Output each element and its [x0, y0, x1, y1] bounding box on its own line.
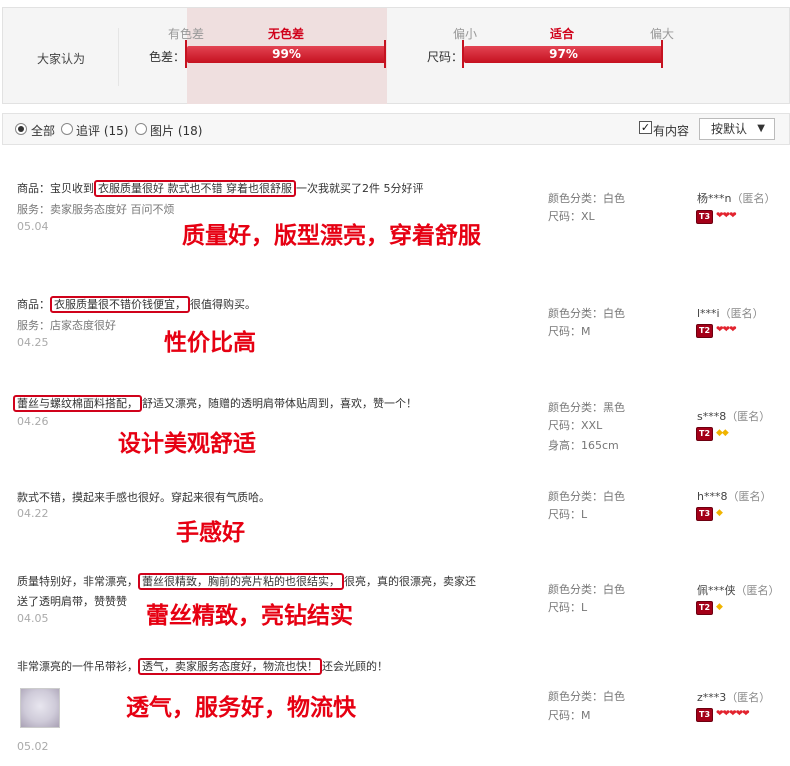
annotation-text: 设计美观舒适 [118, 431, 256, 457]
spec-size: 尺码：XXL [548, 419, 603, 432]
spec-color: 颜色分类：白色 [548, 192, 625, 205]
heart-icon: ❤❤❤ [716, 211, 737, 221]
review-date: 05.02 [17, 740, 49, 753]
review-content: 商品：宝贝收到 衣服质量很好 款式也不错 穿着也很舒服 一次我就买了2件 5分好评 [17, 180, 424, 197]
spec-size: 尺码：M [548, 709, 591, 722]
highlight-box: 蕾丝很精致，胸前的亮片粘的也很结实， [138, 573, 344, 590]
review-date: 04.26 [17, 415, 49, 428]
size-bar: 97% [464, 46, 663, 63]
review-content-line2: 送了透明肩带，赞赞赞 [17, 595, 127, 608]
sort-label: 按默认 [711, 122, 748, 136]
color-metric-name: 色差： [149, 50, 186, 64]
highlight-box: 透气，卖家服务态度好，物流也快！ [138, 658, 322, 675]
color-bar-cap-right [384, 40, 387, 68]
review-content: 非常漂亮的一件吊带衫， 透气，卖家服务态度好，物流也快！ 还会光顾的！ [17, 658, 388, 675]
heart-icon: ❤❤❤ [716, 325, 737, 335]
spec-color: 颜色分类：白色 [548, 490, 625, 503]
user-level-badge: T2 [696, 601, 713, 615]
diamond-icon: ◆ [716, 602, 723, 612]
highlight-box: 衣服质量很好 款式也不错 穿着也很舒服 [94, 180, 296, 197]
spec-color: 颜色分类：白色 [548, 690, 625, 703]
filter-all-label[interactable]: 全部 [31, 122, 55, 139]
reviewer-name[interactable]: z***3（匿名） [697, 689, 770, 705]
reviewer-name[interactable]: s***8（匿名） [697, 408, 770, 424]
reviewer-name[interactable]: 杨***n（匿名） [697, 190, 775, 206]
filter-pictures-label[interactable]: 图片 (18) [150, 122, 202, 139]
size-tick-mid: 适合 [550, 27, 575, 41]
review-photo-thumbnail[interactable] [20, 688, 60, 728]
annotation-text: 蕾丝精致，亮钻结实 [146, 603, 353, 629]
user-level-badge: T2 [696, 427, 713, 441]
spec-size: 尺码：L [548, 601, 588, 614]
user-level-badge: T3 [696, 708, 713, 722]
diamond-icon: ◆ [716, 508, 723, 518]
spec-size: 尺码：L [548, 508, 588, 521]
radio-pictures[interactable] [135, 123, 147, 135]
user-level-badge: T3 [696, 210, 713, 224]
reviewer-name[interactable]: l***i（匿名） [697, 305, 764, 321]
heart-icon: ❤❤❤❤❤ [716, 709, 750, 719]
filter-followup-label[interactable]: 追评 (15) [76, 122, 128, 139]
diamond-icon: ◆◆ [716, 428, 729, 438]
review-content: 商品： 衣服质量很不错价钱便宜， 很值得购买。 [17, 296, 256, 313]
color-bar: 99% [187, 46, 386, 63]
highlight-box: 衣服质量很不错价钱便宜， [50, 296, 190, 313]
radio-all[interactable] [15, 123, 27, 135]
review-service: 服务：店家态度很好 [17, 319, 116, 332]
annotation-text: 手感好 [176, 520, 245, 546]
color-tick-mid: 无色差 [268, 27, 305, 41]
radio-followup[interactable] [61, 123, 73, 135]
review-content: 款式不错，摸起来手感也很好。穿起来很有气质哈。 [17, 491, 270, 504]
reviewer-name[interactable]: h***8（匿名） [697, 488, 771, 504]
size-bar-cap-right [661, 40, 664, 68]
review-content: 质量特别好，非常漂亮， 蕾丝很精致，胸前的亮片粘的也很结实， 很亮，真的很漂亮，卖家… [17, 573, 476, 590]
spec-color: 颜色分类：白色 [548, 583, 625, 596]
user-level-badge: T2 [696, 324, 713, 338]
spec-color: 颜色分类：白色 [548, 307, 625, 320]
divider [118, 28, 119, 86]
review-content: 蕾丝与螺纹棉面料搭配， 舒适又漂亮，随赠的透明肩带体贴周到，喜欢，赞一个！ [13, 395, 417, 412]
spec-color: 颜色分类：黑色 [548, 401, 625, 414]
annotation-text: 质量好，版型漂亮，穿着舒服 [182, 223, 481, 249]
spec-size: 尺码：M [548, 325, 591, 338]
spec-size: 尺码：XL [548, 210, 595, 223]
has-content-checkbox[interactable]: ✓ [639, 121, 652, 134]
user-level-badge: T3 [696, 507, 713, 521]
review-date: 04.25 [17, 336, 49, 349]
reviewer-name[interactable]: 佩***侠（匿名） [697, 582, 780, 598]
review-date: 04.05 [17, 612, 49, 625]
spec-height: 身高：165cm [548, 439, 619, 452]
has-content-label[interactable]: 有内容 [653, 122, 689, 139]
highlight-box: 蕾丝与螺纹棉面料搭配， [13, 395, 142, 412]
rating-summary: 大家认为 有色差 无色差 色差： 99% 偏小 适合 偏大 尺码： 97% [2, 7, 790, 104]
summary-title: 大家认为 [37, 52, 86, 66]
annotation-text: 性价比高 [164, 330, 256, 356]
annotation-text: 透气，服务好，物流快 [126, 695, 356, 721]
size-metric-name: 尺码： [427, 50, 464, 64]
review-service: 服务：卖家服务态度好 百问不烦 [17, 203, 175, 216]
chevron-down-icon: ▼ [757, 123, 765, 134]
sort-dropdown[interactable]: 按默认 ▼ [699, 118, 775, 140]
size-tick-left: 偏小 [453, 27, 478, 41]
review-date: 04.22 [17, 507, 49, 520]
review-date: 05.04 [17, 220, 49, 233]
filter-bar: 全部 追评 (15) 图片 (18) ✓ 有内容 按默认 ▼ [2, 113, 790, 145]
